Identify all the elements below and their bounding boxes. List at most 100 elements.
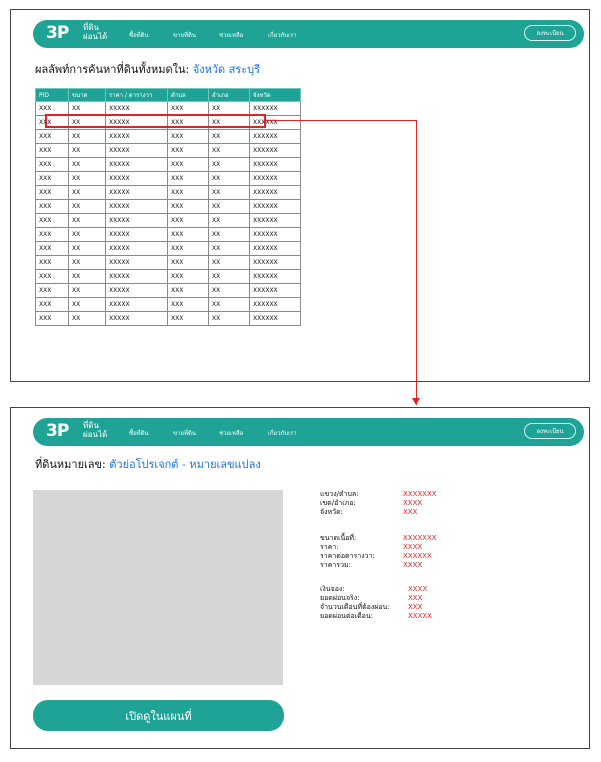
table-cell: XXXXX — [105, 227, 168, 242]
table-cell: XXX — [35, 129, 69, 144]
table-row[interactable]: XXX XX XXXXX XXX XX XXXXXX — [35, 213, 301, 228]
table-row[interactable]: XXX XX XXXXX XXX XX XXXXXX — [35, 241, 301, 256]
table-cell: XXX — [35, 255, 69, 270]
table-cell: XXX — [167, 143, 209, 158]
table-cell: XXX — [35, 297, 69, 312]
table-row[interactable]: XXX XX XXXXX XXX XX XXXXXX — [35, 311, 301, 326]
table-cell: XX — [68, 297, 106, 312]
table-row[interactable]: XXX XX XXXXX XXX XX XXXXXX — [35, 157, 301, 172]
table-cell: XXX — [35, 241, 69, 256]
table-cell: XX — [208, 199, 250, 214]
table-cell: XXXXX — [105, 269, 168, 284]
table-cell: XXX — [35, 171, 69, 186]
table-cell: XX — [208, 241, 250, 256]
table-cell: XXX — [167, 171, 209, 186]
table-cell: XX — [68, 157, 106, 172]
table-cell: XXXXXX — [249, 171, 301, 186]
table-cell: XX — [68, 213, 106, 228]
nav-about[interactable]: เกี่ยวกับเรา — [268, 30, 297, 40]
flow-arrow — [266, 120, 417, 121]
nav-buy-land[interactable]: ซื้อที่ดิน — [129, 428, 149, 438]
table-row[interactable]: XXX XX XXXXX XXX XX XXXXXX — [35, 297, 301, 312]
table-cell: XX — [68, 227, 106, 242]
table-cell: XX — [208, 213, 250, 228]
table-cell: XX — [68, 143, 106, 158]
table-cell: XXXXX — [105, 283, 168, 298]
logo[interactable]: 3P — [46, 421, 69, 441]
table-cell: XXXXX — [105, 311, 168, 326]
table-cell: XXXXX — [105, 199, 168, 214]
nav-sell-land[interactable]: ขายที่ดิน — [173, 428, 196, 438]
table-cell: XX — [208, 283, 250, 298]
register-button[interactable]: ลงทะเบียน — [524, 423, 576, 439]
navbar: 3P ที่ดิน ผ่อนได้ ซื้อที่ดิน ขายที่ดิน ช… — [33, 20, 584, 48]
table-row[interactable]: XXX XX XXXXX XXX XX XXXXXX — [35, 129, 301, 144]
land-number-title: ที่ดินหมายเลข: ตัวย่อโปรเจกต์ - หมายเลขแ… — [35, 458, 261, 471]
nav-help[interactable]: ช่วยเหลือ — [219, 428, 243, 438]
column-district[interactable]: อำเภอ — [208, 88, 250, 102]
nav-buy-land[interactable]: ซื้อที่ดิน — [129, 30, 149, 40]
table-cell: XXX — [167, 283, 209, 298]
table-row[interactable]: XXX XX XXXXX XXX XX XXXXXX — [35, 143, 301, 158]
register-button[interactable]: ลงทะเบียน — [524, 25, 576, 41]
table-cell: XXXXX — [105, 185, 168, 200]
table-cell: XXXXXX — [249, 185, 301, 200]
table-cell: XX — [208, 269, 250, 284]
table-row[interactable]: XXX XX XXXXX XXX XX XXXXXX — [35, 199, 301, 214]
column-subdistrict[interactable]: ตำบล — [167, 88, 209, 102]
table-cell: XXXXXX — [249, 283, 301, 298]
table-cell: XXXXXX — [249, 269, 301, 284]
nav-help[interactable]: ช่วยเหลือ — [219, 30, 243, 40]
table-cell: XXX — [167, 241, 209, 256]
table-cell: XXXXXX — [249, 297, 301, 312]
table-cell: XXXXXX — [249, 157, 301, 172]
table-cell: XXXXXX — [249, 241, 301, 256]
table-cell: XX — [68, 269, 106, 284]
table-cell: XXX — [35, 269, 69, 284]
column-price[interactable]: ราคา / ตารางวา — [105, 88, 168, 102]
table-row[interactable]: XXX XX XXXXX XXX XX XXXXXX — [35, 227, 301, 242]
table-cell: XX — [208, 143, 250, 158]
nav-sell-land[interactable]: ขายที่ดิน — [173, 30, 196, 40]
logo-text: ที่ดิน ผ่อนได้ — [83, 23, 108, 41]
table-cell: XXXXX — [105, 129, 168, 144]
table-cell: XXX — [167, 185, 209, 200]
table-cell: XX — [68, 283, 106, 298]
table-cell: XXX — [167, 199, 209, 214]
table-cell: XX — [68, 311, 106, 326]
open-map-button[interactable]: เปิดดูในแผนที่ — [33, 700, 284, 731]
table-cell: XX — [208, 171, 250, 186]
table-cell: XXXXX — [105, 241, 168, 256]
table-row[interactable]: XXX XX XXXXX XXX XX XXXXXX — [35, 283, 301, 298]
table-cell: XXX — [167, 157, 209, 172]
table-cell: XXX — [35, 227, 69, 242]
table-cell: XX — [208, 255, 250, 270]
table-cell: XXX — [35, 143, 69, 158]
nav-about[interactable]: เกี่ยวกับเรา — [268, 428, 297, 438]
table-cell: XXXXXX — [249, 213, 301, 228]
navbar: 3P ที่ดิน ผ่อนได้ ซื้อที่ดิน ขายที่ดิน ช… — [33, 418, 584, 446]
table-row[interactable]: XXX XX XXXXX XXX XX XXXXXX — [35, 171, 301, 186]
table-cell: XX — [68, 241, 106, 256]
table-cell: XX — [68, 199, 106, 214]
table-cell: XXX — [167, 213, 209, 228]
results-title: ผลลัพท์การค้นหาที่ดินทั้งหมดใน: จังหวัด … — [35, 63, 261, 76]
column-size[interactable]: ขนาด — [68, 88, 106, 102]
land-image-placeholder — [33, 490, 283, 685]
table-cell: XX — [68, 171, 106, 186]
table-row[interactable]: XXX XX XXXXX XXX XX XXXXXX — [35, 255, 301, 270]
table-cell: XX — [208, 129, 250, 144]
column-province[interactable]: จังหวัด — [249, 88, 301, 102]
column-pid[interactable]: PID — [35, 88, 69, 102]
table-cell: XXXXXX — [249, 143, 301, 158]
table-cell: XX — [208, 297, 250, 312]
table-cell: XXX — [167, 255, 209, 270]
table-cell: XXXXX — [105, 157, 168, 172]
table-cell: XXX — [167, 297, 209, 312]
table-row[interactable]: XXX XX XXXXX XXX XX XXXXXX — [35, 185, 301, 200]
table-row[interactable]: XXX XX XXXXX XXX XX XXXXXX — [35, 269, 301, 284]
table-cell: XXXXX — [105, 297, 168, 312]
table-cell: XX — [208, 311, 250, 326]
table-cell: XXXXXX — [249, 255, 301, 270]
logo[interactable]: 3P — [46, 23, 69, 43]
